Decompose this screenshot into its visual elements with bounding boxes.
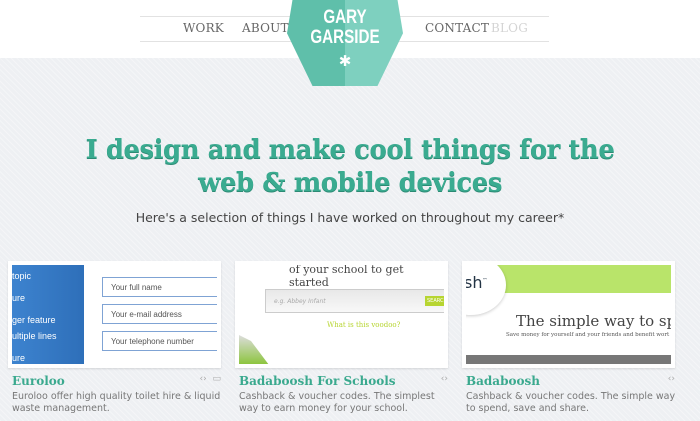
thumb-menu-item: topic <box>12 271 32 281</box>
logo-badge[interactable]: GARY GARSIDE ✱ <box>287 0 403 86</box>
logo-line2: GARSIDE <box>310 27 380 48</box>
nav-about[interactable]: ABOUT <box>242 21 289 35</box>
thumb-menu-item: ure <box>12 293 26 303</box>
code-icon[interactable]: ‹› <box>200 374 207 384</box>
thumb-search-field: e.g. Abbey Infant <box>265 289 444 313</box>
monitor-icon[interactable]: ▭ <box>212 374 221 384</box>
project-title[interactable]: Badaboosh <box>466 374 540 388</box>
project-card-badaboosh-schools[interactable]: of your school to get started e.g. Abbey… <box>235 261 448 414</box>
logo-line1: GARY <box>323 7 367 28</box>
thumb-menu-item: ger feature <box>12 315 56 325</box>
thumb-field: Your telephone number <box>102 331 217 351</box>
thumb-sidebar: topic ure ger feature ultiple lines ure <box>12 265 84 364</box>
project-thumbnail[interactable]: sh™ The simple way to sp Save money for … <box>462 261 675 368</box>
hero-headline: I design and make cool things for the we… <box>85 135 615 198</box>
thumb-field: Your full name <box>102 277 217 297</box>
code-icon[interactable]: ‹› <box>668 374 675 384</box>
code-icon[interactable]: ‹› <box>441 374 448 384</box>
thumb-link: What is this voodoo? <box>327 321 401 329</box>
thumb-field: Your e-mail address <box>102 304 217 324</box>
project-card-euroloo[interactable]: topic ure ger feature ultiple lines ure … <box>8 261 221 414</box>
thumb-nav-bar <box>466 355 671 364</box>
thumb-menu-item: ure <box>12 353 26 363</box>
nav-work[interactable]: WORK <box>183 21 224 35</box>
project-title[interactable]: Euroloo <box>12 374 65 388</box>
thumb-search-button: SEARCH <box>425 296 444 306</box>
thumb-heading: The simple way to sp <box>516 312 675 330</box>
project-title[interactable]: Badaboosh For Schools <box>239 374 396 388</box>
nav-blog[interactable]: BLOG <box>491 21 528 35</box>
asterisk-icon: ✱ <box>338 52 352 70</box>
thumb-heading: of your school to get started <box>289 263 404 289</box>
thumb-menu-item: ultiple lines <box>12 331 57 341</box>
project-description: Euroloo offer high quality toilet hire &… <box>12 391 221 414</box>
nav-contact[interactable]: CONTACT <box>425 21 489 35</box>
project-description: Cashback & voucher codes. The simplest w… <box>239 391 435 414</box>
project-thumbnail[interactable]: of your school to get started e.g. Abbey… <box>235 261 448 368</box>
project-card-badaboosh[interactable]: sh™ The simple way to sp Save money for … <box>462 261 675 414</box>
project-thumbnail[interactable]: topic ure ger feature ultiple lines ure … <box>8 261 221 368</box>
thumb-decoration <box>239 335 269 364</box>
thumb-logo: sh™ <box>464 273 488 292</box>
thumb-tagline: Save money for yourself and your friends… <box>506 332 670 338</box>
project-description: Cashback & voucher codes. The simple way… <box>466 391 676 414</box>
hero-subtitle: Here's a selection of things I have work… <box>135 210 565 225</box>
